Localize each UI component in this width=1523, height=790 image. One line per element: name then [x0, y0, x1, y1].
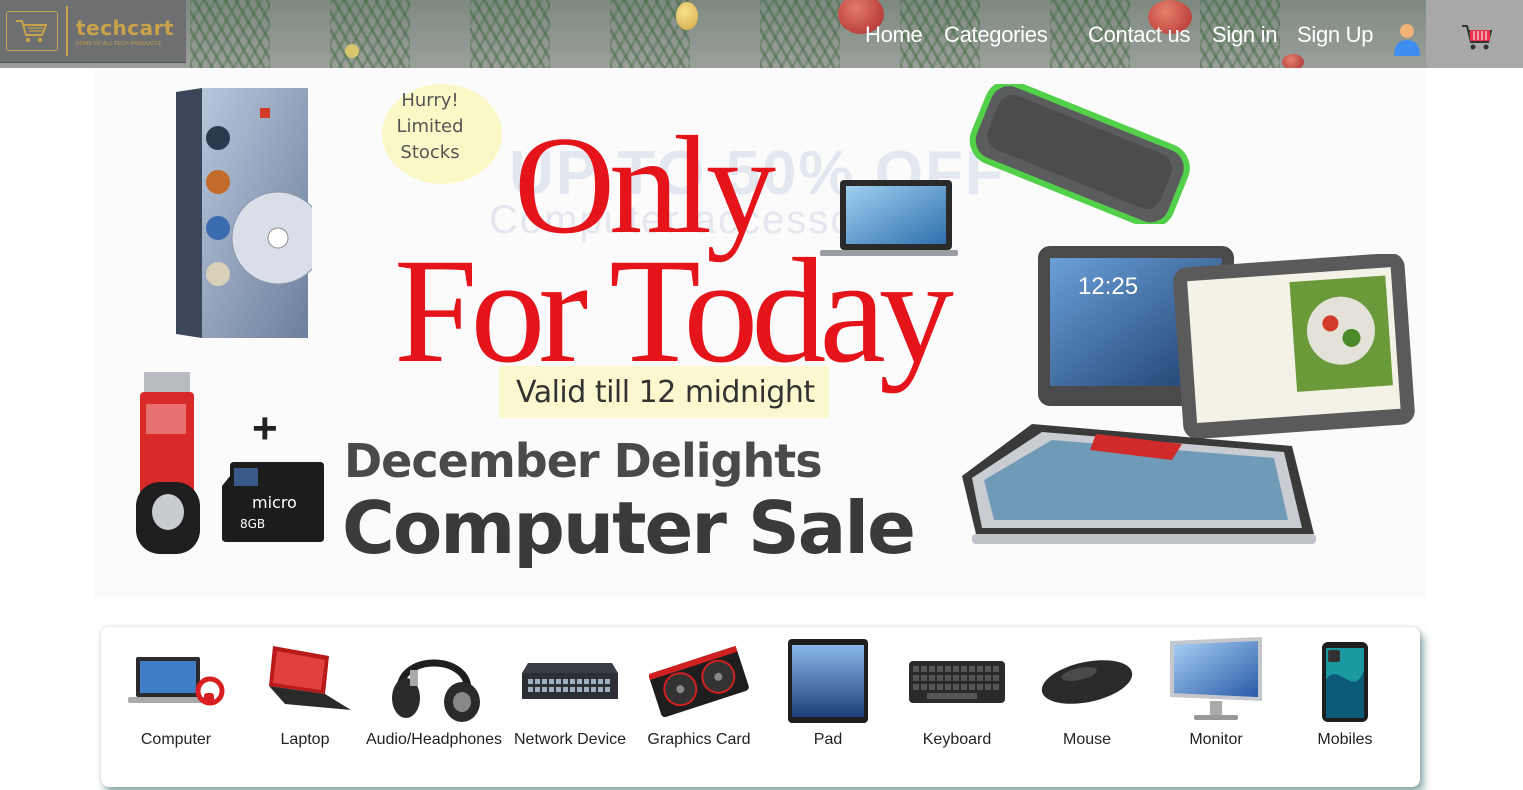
category-label: Audio/Headphones — [365, 731, 503, 748]
nav-sign-up[interactable]: Sign Up — [1297, 22, 1373, 48]
user-icon[interactable] — [1392, 22, 1422, 56]
category-computer[interactable]: Computer — [111, 627, 241, 757]
category-network-device[interactable]: Network Device — [505, 627, 635, 757]
category-mobiles[interactable]: Mobiles — [1280, 627, 1410, 757]
category-laptop[interactable]: Laptop — [240, 627, 370, 757]
nav-contact-us[interactable]: Contact us — [1088, 22, 1190, 48]
category-strip: Computer Laptop Audio/Headphones Network… — [101, 627, 1420, 787]
category-pad[interactable]: Pad — [763, 627, 893, 757]
category-label: Mouse — [1062, 731, 1112, 748]
site-header: techcart HOME OF ALL TECH PRODUCTS Home … — [0, 0, 1523, 68]
monitor-icon — [1151, 637, 1281, 727]
category-label: Mobiles — [1317, 731, 1373, 748]
tablet-clock: 12:25 — [1078, 273, 1138, 300]
nav-categories[interactable]: Categories — [944, 22, 1048, 48]
hard-drive-image — [962, 80, 1202, 229]
plus-sign: + — [252, 404, 278, 453]
category-label: Laptop — [280, 731, 330, 748]
mouse-icon — [1022, 637, 1152, 727]
main-nav: Home Categories Contact us Sign in Sign … — [0, 0, 1523, 68]
graphics-card-icon — [634, 637, 764, 727]
tablet-icon — [763, 637, 893, 727]
category-label: Network Device — [513, 731, 627, 748]
laptop-image — [820, 176, 960, 260]
headphones-icon — [369, 637, 499, 727]
tablet-flat-image — [962, 416, 1322, 566]
computer-icon — [111, 637, 241, 727]
category-monitor[interactable]: Monitor — [1151, 627, 1281, 757]
category-keyboard[interactable]: Keyboard — [892, 627, 1022, 757]
laptop-icon — [240, 637, 370, 727]
keyboard-icon — [892, 637, 1022, 727]
category-label: Keyboard — [922, 731, 992, 748]
category-mouse[interactable]: Mouse — [1022, 627, 1152, 757]
svg-text:micro: micro — [252, 493, 297, 512]
usb-drive-image — [134, 372, 204, 556]
smartphone-icon — [1280, 637, 1410, 727]
banner-title: Computer Sale — [342, 486, 916, 570]
category-label: Monitor — [1189, 731, 1243, 748]
banner-subtitle: December Delights — [344, 434, 823, 488]
nav-sign-in[interactable]: Sign in — [1212, 22, 1277, 48]
category-label: Graphics Card — [647, 731, 751, 748]
promo-banner[interactable]: UP TO 50% OFF Computer accessories Hurry… — [94, 68, 1426, 598]
valid-till-text: Valid till 12 midnight — [516, 375, 815, 410]
shopping-cart-icon[interactable] — [1460, 22, 1494, 52]
svg-text:8GB: 8GB — [240, 517, 265, 531]
software-box-image — [172, 88, 325, 338]
category-graphics-card[interactable]: Graphics Card — [634, 627, 764, 757]
category-label: Pad — [813, 731, 843, 748]
network-switch-icon — [505, 637, 635, 727]
micro-sd-card-image: micro 8GB — [220, 462, 326, 542]
category-audio-headphones[interactable]: Audio/Headphones — [366, 627, 502, 757]
hurry-text: Hurry! Limited Stocks — [396, 90, 464, 163]
nav-home[interactable]: Home — [865, 22, 923, 48]
tablet-image-2 — [1172, 253, 1416, 440]
category-label: Computer — [140, 731, 212, 748]
